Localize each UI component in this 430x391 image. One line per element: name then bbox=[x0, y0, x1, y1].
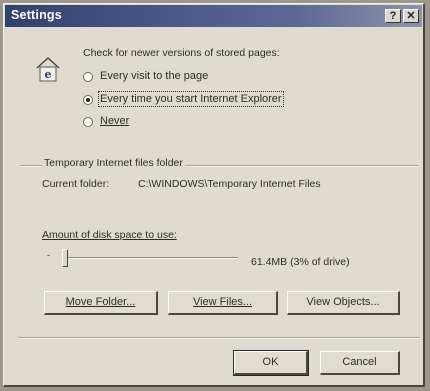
radio-label-never[interactable]: Never bbox=[100, 115, 129, 127]
disk-space-label: Amount of disk space to use: bbox=[42, 229, 177, 241]
help-button[interactable]: ? bbox=[385, 9, 401, 23]
temp-folder-group-label: Temporary Internet files folder bbox=[42, 157, 185, 169]
move-folder-button[interactable]: Move Folder... bbox=[44, 291, 158, 315]
view-files-label: View Files... bbox=[192, 296, 253, 308]
radio-every-start[interactable] bbox=[83, 95, 93, 105]
cancel-label: Cancel bbox=[342, 356, 377, 368]
close-button[interactable]: ✕ bbox=[403, 9, 419, 23]
slider-tick: - bbox=[47, 250, 50, 260]
view-objects-label: View Objects... bbox=[306, 296, 380, 308]
current-folder-path: C:\WINDOWS\Temporary Internet Files bbox=[138, 178, 321, 190]
view-files-button[interactable]: View Files... bbox=[168, 291, 278, 315]
radio-label-every-visit[interactable]: Every visit to the page bbox=[100, 70, 208, 82]
check-heading: Check for newer versions of stored pages… bbox=[83, 47, 280, 59]
cancel-button[interactable]: Cancel bbox=[320, 351, 400, 375]
settings-dialog: Settings ? ✕ e Check for newer versions … bbox=[3, 3, 425, 387]
move-folder-label: Move Folder... bbox=[65, 296, 136, 308]
radio-every-visit[interactable] bbox=[83, 72, 93, 82]
ok-button[interactable]: OK bbox=[233, 350, 309, 376]
svg-text:e: e bbox=[45, 68, 52, 81]
internet-explorer-icon: e bbox=[36, 56, 60, 82]
view-objects-button[interactable]: View Objects... bbox=[287, 291, 400, 315]
ok-label: OK bbox=[262, 356, 279, 368]
radio-label-every-start[interactable]: Every time you start Internet Explorer bbox=[98, 91, 284, 107]
disk-space-slider-thumb[interactable] bbox=[62, 249, 68, 267]
window-title: Settings bbox=[11, 8, 62, 22]
disk-space-value: 61.4MB (3% of drive) bbox=[251, 256, 350, 268]
bottom-separator bbox=[18, 337, 420, 339]
title-bar[interactable]: Settings ? ✕ bbox=[5, 5, 422, 27]
disk-space-slider-track[interactable] bbox=[66, 257, 238, 259]
radio-never[interactable] bbox=[83, 117, 93, 127]
current-folder-label: Current folder: bbox=[42, 178, 110, 190]
